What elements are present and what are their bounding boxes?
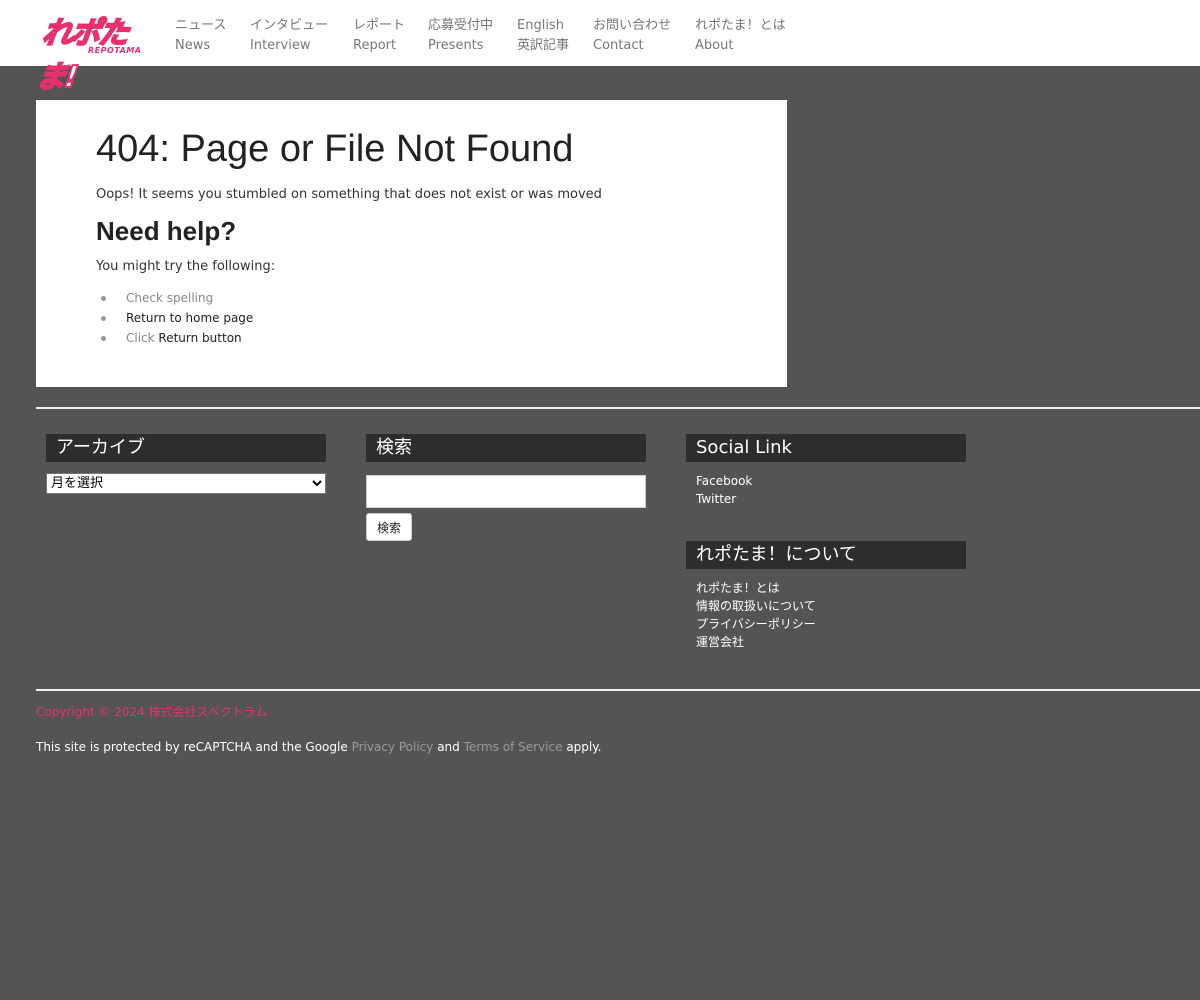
nav-item-presents[interactable]: 応募受付中 Presents [428, 16, 493, 56]
nav-item-interview[interactable]: インタビュー Interview [250, 16, 328, 56]
site-logo[interactable]: れポたま! REPOTAMA [33, 6, 144, 96]
privacy-policy-link[interactable]: Privacy Policy [352, 740, 434, 754]
error-description: Oops! It seems you stumbled on something… [96, 187, 602, 202]
bullet-icon [101, 336, 106, 341]
section-divider [36, 407, 1200, 409]
social-widget-title: Social Link [686, 434, 966, 462]
check-spelling-text: Check spelling [126, 291, 214, 305]
copyright-text: Copyright © 2024 株式会社スペクトラム [36, 705, 268, 719]
about-link-privacy-policy[interactable]: プライバシーポリシー [696, 615, 816, 633]
about-link-list: れポたま！とは 情報の取扱いについて プライバシーポリシー 運営会社 [696, 579, 816, 651]
nav-label-en: Report [353, 38, 397, 53]
click-prefix-text: Click [126, 331, 155, 345]
recaptcha-notice: This site is protected by reCAPTCHA and … [36, 740, 601, 754]
logo-subtext: REPOTAMA [88, 46, 142, 55]
list-item: Return to home page [96, 308, 253, 328]
return-button-link[interactable]: Return button [158, 331, 241, 345]
bullet-icon [101, 316, 106, 321]
nav-label-jp: English [517, 18, 564, 33]
about-widget-title: れポたま！について [686, 541, 966, 569]
help-heading: Need help? [96, 216, 237, 246]
bullet-icon [101, 296, 106, 301]
twitter-link[interactable]: Twitter [696, 490, 752, 508]
archive-select[interactable]: 月を選択 [46, 473, 326, 494]
search-widget-title: 検索 [366, 434, 646, 462]
nav-label-en: News [175, 38, 211, 53]
nav-item-english[interactable]: English 英訳記事 [517, 16, 569, 56]
about-link-company[interactable]: 運営会社 [696, 633, 816, 651]
error-content-box: 404: Page or File Not Found Oops! It see… [36, 100, 787, 387]
nav-label-en: 英訳記事 [517, 38, 570, 53]
nav-item-news[interactable]: ニュース News [175, 16, 226, 56]
nav-label-en: Contact [593, 38, 644, 53]
search-button[interactable]: 検索 [366, 513, 412, 541]
facebook-link[interactable]: Facebook [696, 472, 752, 490]
recaptcha-and: and [437, 740, 460, 754]
nav-label-jp: 応募受付中 [428, 18, 494, 33]
nav-item-contact[interactable]: お問い合わせ Contact [593, 16, 671, 56]
nav-label-en: About [695, 38, 734, 53]
nav-label-jp: インタビュー [250, 18, 329, 33]
nav-label-jp: ニュース [175, 18, 227, 33]
list-item: Click Return button [96, 328, 253, 348]
site-header: れポたま! REPOTAMA ニュース News インタビュー Intervie… [0, 0, 1200, 96]
page-title: 404: Page or File Not Found [96, 128, 574, 170]
recaptcha-apply: apply. [566, 740, 602, 754]
nav-item-about[interactable]: れポたま！とは About [695, 16, 786, 56]
about-link-info-handling[interactable]: 情報の取扱いについて [696, 597, 816, 615]
suggestion-intro: You might try the following: [96, 259, 276, 274]
footer-divider [36, 689, 1200, 691]
list-item: Check spelling [96, 288, 253, 308]
nav-label-en: Interview [250, 38, 311, 53]
nav-label-en: Presents [428, 38, 484, 53]
suggestion-list: Check spelling Return to home page Click… [96, 288, 253, 348]
terms-of-service-link[interactable]: Terms of Service [464, 740, 563, 754]
home-page-link[interactable]: Return to home page [126, 311, 253, 325]
nav-label-jp: れポたま！とは [695, 18, 786, 33]
search-input[interactable] [366, 475, 646, 508]
nav-label-jp: レポート [353, 18, 406, 33]
about-link-what-is[interactable]: れポたま！とは [696, 579, 816, 597]
nav-item-report[interactable]: レポート Report [353, 16, 405, 56]
archive-widget-title: アーカイブ [46, 434, 326, 462]
nav-label-jp: お問い合わせ [593, 18, 672, 33]
recaptcha-prefix: This site is protected by reCAPTCHA and … [36, 740, 348, 754]
social-link-list: Facebook Twitter [696, 472, 752, 508]
